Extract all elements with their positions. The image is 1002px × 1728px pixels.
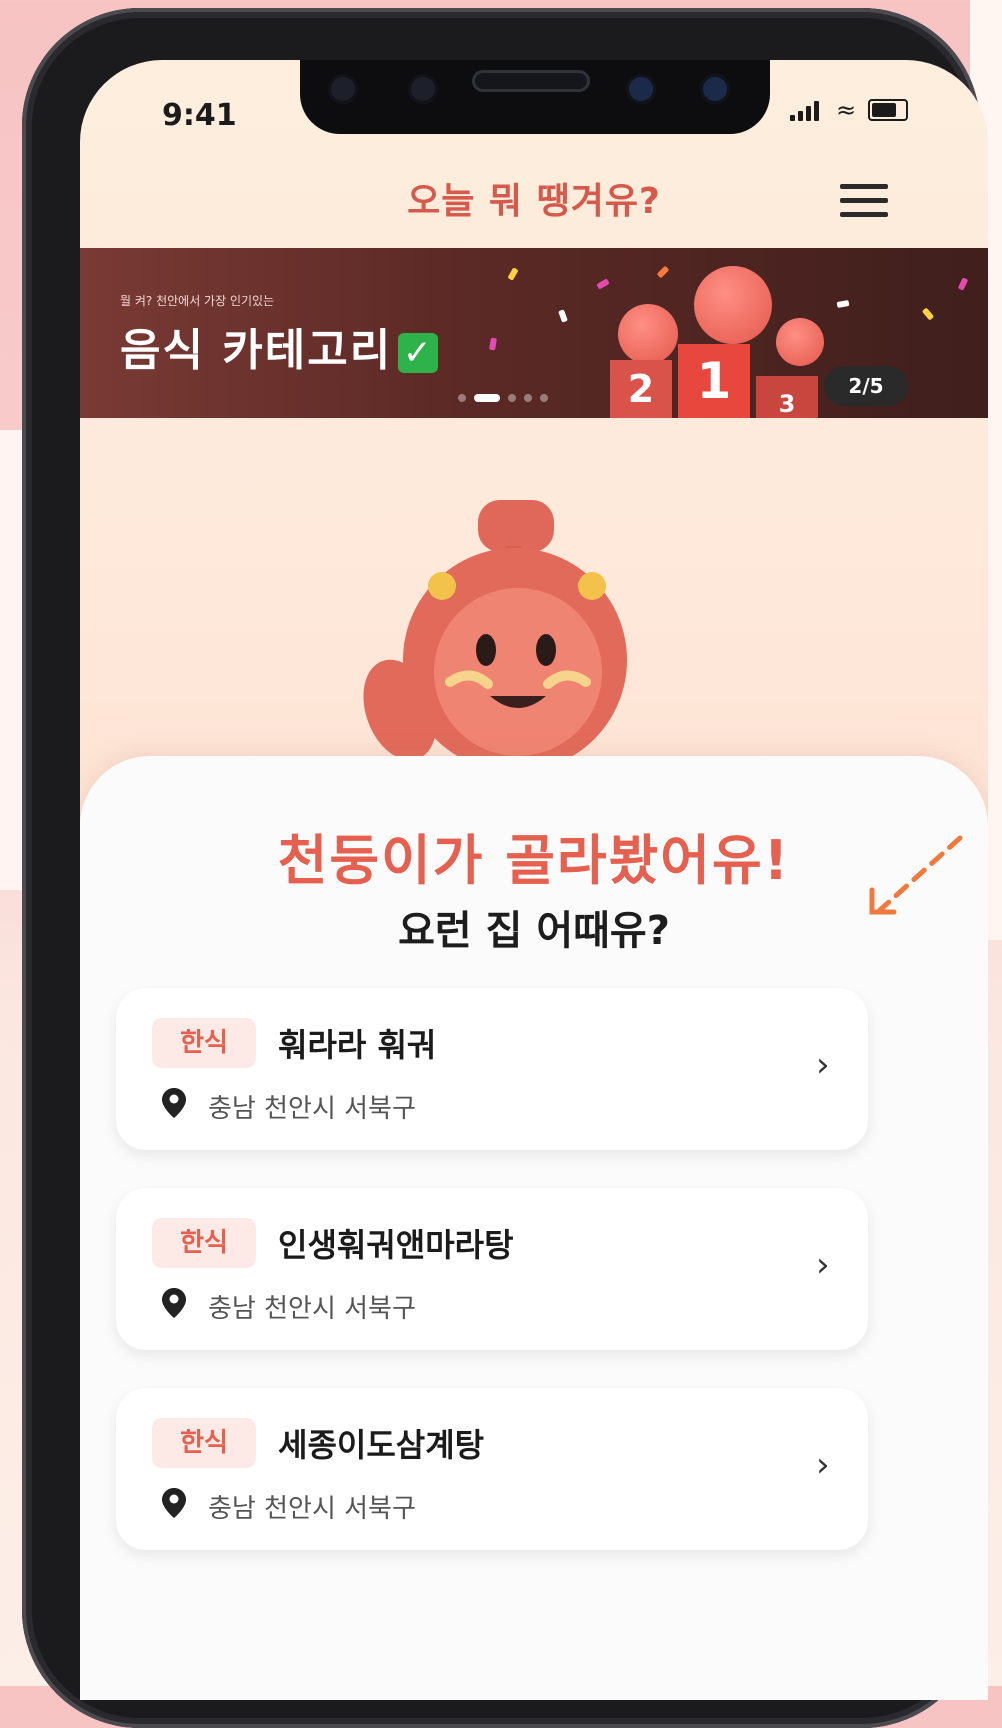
check-icon: ✓ <box>398 333 439 373</box>
recommend-subheadline: 요런 집 어때유? <box>398 908 670 954</box>
category-badge: 한식 <box>152 1018 256 1068</box>
sensor-dot <box>328 74 358 104</box>
mascot-character <box>363 500 627 760</box>
confetti <box>489 337 497 351</box>
battery-icon <box>868 99 909 121</box>
map-pin-icon <box>162 1488 186 1518</box>
restaurant-name: 세종이도삼계탕 <box>278 1426 485 1464</box>
banner-title-text: 음식 카테고리 <box>120 325 393 376</box>
banner-page-indicator: 2/5 <box>824 366 908 406</box>
podium-third: 3 <box>756 376 818 418</box>
hamburger-icon[interactable] <box>840 184 888 224</box>
restaurant-location: 충남 천안시 서북구 <box>208 1094 416 1124</box>
carousel-dot[interactable] <box>508 394 516 402</box>
restaurant-name: 인생훠궈앤마라탕 <box>278 1226 514 1264</box>
carousel-dots <box>458 394 548 402</box>
podium-second: 2 <box>610 360 672 418</box>
banner-title: 음식 카테고리 ✓ <box>120 314 439 378</box>
character-ball <box>776 318 824 366</box>
confetti <box>836 300 850 308</box>
recommend-headline: 천둥이가 골라봤어유! <box>277 829 791 892</box>
carousel-dot[interactable] <box>524 394 532 402</box>
confetti <box>957 277 969 291</box>
banner-subtitle: 뭘 켜? 천안에서 가장 인기있는 <box>120 294 275 308</box>
camera-dot <box>700 74 730 104</box>
restaurant-location: 충남 천안시 서북구 <box>208 1494 416 1524</box>
speaker-grille <box>472 70 590 92</box>
carousel-dot[interactable] <box>540 394 548 402</box>
category-badge: 한식 <box>152 1218 256 1268</box>
chevron-right-icon[interactable]: › <box>816 1048 830 1082</box>
confetti <box>507 267 519 281</box>
confetti <box>558 309 568 323</box>
character-ball <box>618 304 678 364</box>
promo-banner[interactable]: 뭘 켜? 천안에서 가장 인기있는 음식 카테고리 ✓ 2 1 3 2/5 <box>80 248 988 418</box>
camera-dot <box>626 74 656 104</box>
restaurant-item[interactable]: 한식 훠라라 훠궈 충남 천안시 서북구 › <box>116 988 868 1150</box>
phone-frame: 9:41 ≈ 오늘 뭐 땡겨유? 뭘 켜? 천안에서 가장 인기있는 음식 카테… <box>22 8 988 1728</box>
status-time: 9:41 <box>162 98 237 133</box>
chevron-right-icon[interactable]: › <box>816 1248 830 1282</box>
sensor-dot <box>408 74 438 104</box>
podium-first: 1 <box>678 344 750 418</box>
signal-icon <box>790 99 824 121</box>
restaurant-name: 훠라라 훠궈 <box>278 1026 437 1064</box>
category-badge: 한식 <box>152 1418 256 1468</box>
background-panel <box>0 430 22 890</box>
carousel-dot[interactable] <box>458 394 466 402</box>
dashed-arrow-icon <box>869 835 963 915</box>
restaurant-item[interactable]: 한식 세종이도삼계탕 충남 천안시 서북구 › <box>116 1388 868 1550</box>
status-icons: ≈ <box>790 96 909 124</box>
map-pin-icon <box>162 1288 186 1318</box>
confetti <box>921 307 935 321</box>
confetti <box>656 265 670 279</box>
wifi-icon: ≈ <box>836 96 857 124</box>
character-ball <box>694 266 772 344</box>
chevron-right-icon[interactable]: › <box>816 1448 830 1482</box>
map-pin-icon <box>162 1088 186 1118</box>
phone-screen: 9:41 ≈ 오늘 뭐 땡겨유? 뭘 켜? 천안에서 가장 인기있는 음식 카테… <box>80 60 988 1700</box>
phone-notch <box>300 60 770 134</box>
restaurant-location: 충남 천안시 서북구 <box>208 1294 416 1324</box>
confetti <box>596 278 610 290</box>
carousel-dot-active[interactable] <box>474 394 500 402</box>
restaurant-item[interactable]: 한식 인생훠궈앤마라탕 충남 천안시 서북구 › <box>116 1188 868 1350</box>
